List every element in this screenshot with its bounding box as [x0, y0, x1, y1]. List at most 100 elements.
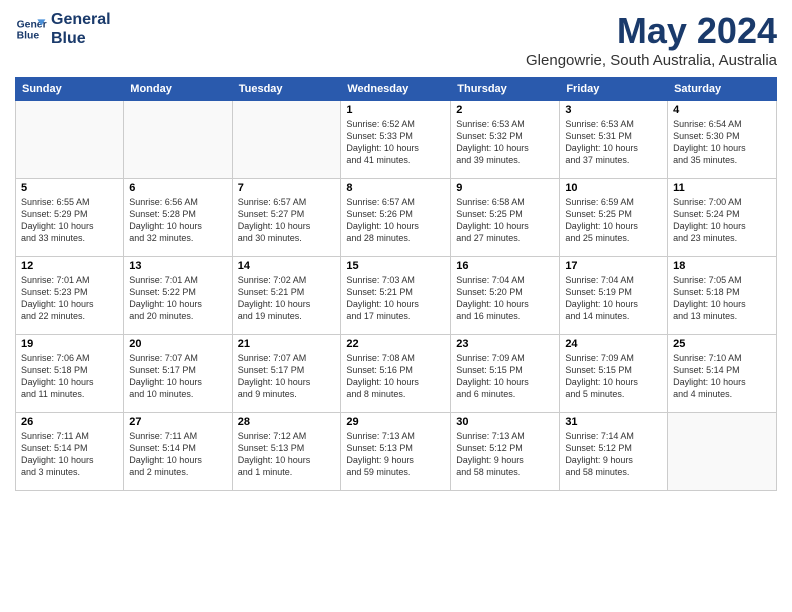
day-info: and 30 minutes. [238, 232, 336, 244]
day-info: Daylight: 10 hours [238, 220, 336, 232]
table-row: 17Sunrise: 7:04 AMSunset: 5:19 PMDayligh… [560, 257, 668, 335]
day-info: Sunrise: 7:14 AM [565, 430, 662, 442]
calendar-body: 1Sunrise: 6:52 AMSunset: 5:33 PMDaylight… [16, 101, 777, 491]
day-info: Sunrise: 7:11 AM [21, 430, 118, 442]
svg-text:Blue: Blue [17, 31, 40, 42]
day-info: and 4 minutes. [673, 388, 771, 400]
day-info: and 17 minutes. [346, 310, 445, 322]
day-info: Daylight: 9 hours [565, 454, 662, 466]
table-row: 30Sunrise: 7:13 AMSunset: 5:12 PMDayligh… [451, 413, 560, 491]
day-info: and 59 minutes. [346, 466, 445, 478]
day-info: and 27 minutes. [456, 232, 554, 244]
day-info: and 22 minutes. [21, 310, 118, 322]
day-info: Sunset: 5:23 PM [21, 286, 118, 298]
day-info: Sunrise: 7:07 AM [129, 352, 226, 364]
table-row: 6Sunrise: 6:56 AMSunset: 5:28 PMDaylight… [124, 179, 232, 257]
logo-text: General Blue [51, 10, 111, 48]
table-row: 23Sunrise: 7:09 AMSunset: 5:15 PMDayligh… [451, 335, 560, 413]
day-info: Sunset: 5:14 PM [129, 442, 226, 454]
day-info: Sunrise: 7:02 AM [238, 274, 336, 286]
day-number: 30 [456, 416, 554, 428]
table-row: 29Sunrise: 7:13 AMSunset: 5:13 PMDayligh… [341, 413, 451, 491]
day-info: Sunset: 5:16 PM [346, 364, 445, 376]
calendar-header-row: Sunday Monday Tuesday Wednesday Thursday… [16, 78, 777, 101]
day-info: and 13 minutes. [673, 310, 771, 322]
day-info: Daylight: 10 hours [21, 220, 118, 232]
day-info: Sunrise: 7:00 AM [673, 196, 771, 208]
day-number: 18 [673, 260, 771, 272]
day-info: Daylight: 10 hours [21, 298, 118, 310]
day-info: Daylight: 10 hours [565, 298, 662, 310]
day-info: Sunset: 5:12 PM [456, 442, 554, 454]
day-info: Daylight: 10 hours [456, 220, 554, 232]
day-info: Daylight: 10 hours [129, 220, 226, 232]
table-row: 14Sunrise: 7:02 AMSunset: 5:21 PMDayligh… [232, 257, 341, 335]
day-info: and 32 minutes. [129, 232, 226, 244]
day-info: Sunrise: 7:11 AM [129, 430, 226, 442]
day-number: 26 [21, 416, 118, 428]
day-info: and 41 minutes. [346, 154, 445, 166]
day-info: Sunset: 5:18 PM [673, 286, 771, 298]
table-row: 27Sunrise: 7:11 AMSunset: 5:14 PMDayligh… [124, 413, 232, 491]
day-info: Sunset: 5:26 PM [346, 208, 445, 220]
month-title: May 2024 [526, 10, 777, 52]
col-wednesday: Wednesday [341, 78, 451, 101]
day-info: and 23 minutes. [673, 232, 771, 244]
day-info: Sunrise: 7:05 AM [673, 274, 771, 286]
day-info: Sunset: 5:15 PM [565, 364, 662, 376]
table-row: 1Sunrise: 6:52 AMSunset: 5:33 PMDaylight… [341, 101, 451, 179]
table-row [124, 101, 232, 179]
day-info: Sunrise: 6:57 AM [346, 196, 445, 208]
day-info: and 6 minutes. [456, 388, 554, 400]
day-number: 10 [565, 182, 662, 194]
day-info: Sunset: 5:24 PM [673, 208, 771, 220]
day-number: 13 [129, 260, 226, 272]
logo-line1: General [51, 10, 111, 29]
day-number: 14 [238, 260, 336, 272]
day-info: Sunset: 5:14 PM [21, 442, 118, 454]
table-row: 31Sunrise: 7:14 AMSunset: 5:12 PMDayligh… [560, 413, 668, 491]
day-info: Sunset: 5:33 PM [346, 130, 445, 142]
day-number: 6 [129, 182, 226, 194]
day-info: Sunrise: 7:01 AM [129, 274, 226, 286]
day-info: Daylight: 10 hours [346, 298, 445, 310]
day-info: Sunrise: 7:08 AM [346, 352, 445, 364]
table-row: 15Sunrise: 7:03 AMSunset: 5:21 PMDayligh… [341, 257, 451, 335]
table-row: 16Sunrise: 7:04 AMSunset: 5:20 PMDayligh… [451, 257, 560, 335]
table-row: 10Sunrise: 6:59 AMSunset: 5:25 PMDayligh… [560, 179, 668, 257]
day-info: Daylight: 10 hours [565, 220, 662, 232]
table-row: 13Sunrise: 7:01 AMSunset: 5:22 PMDayligh… [124, 257, 232, 335]
table-row: 21Sunrise: 7:07 AMSunset: 5:17 PMDayligh… [232, 335, 341, 413]
day-info: Sunrise: 7:13 AM [346, 430, 445, 442]
day-info: and 9 minutes. [238, 388, 336, 400]
day-number: 11 [673, 182, 771, 194]
subtitle: Glengowrie, South Australia, Australia [526, 52, 777, 69]
day-info: Sunrise: 7:09 AM [456, 352, 554, 364]
day-info: Daylight: 10 hours [346, 142, 445, 154]
table-row: 9Sunrise: 6:58 AMSunset: 5:25 PMDaylight… [451, 179, 560, 257]
day-number: 17 [565, 260, 662, 272]
day-info: Sunset: 5:19 PM [565, 286, 662, 298]
day-info: Daylight: 10 hours [21, 376, 118, 388]
table-row: 3Sunrise: 6:53 AMSunset: 5:31 PMDaylight… [560, 101, 668, 179]
day-number: 12 [21, 260, 118, 272]
day-info: Daylight: 10 hours [673, 298, 771, 310]
table-row: 18 Sunrise: 7:05 AMSunset: 5:18 PMDayligh… [668, 257, 777, 335]
col-thursday: Thursday [451, 78, 560, 101]
day-number: 1 [346, 104, 445, 116]
table-row: 8Sunrise: 6:57 AMSunset: 5:26 PMDaylight… [341, 179, 451, 257]
col-saturday: Saturday [668, 78, 777, 101]
day-info: and 11 minutes. [21, 388, 118, 400]
day-info: Sunset: 5:12 PM [565, 442, 662, 454]
day-info: and 28 minutes. [346, 232, 445, 244]
table-row: 19Sunrise: 7:06 AMSunset: 5:18 PMDayligh… [16, 335, 124, 413]
table-row: 26Sunrise: 7:11 AMSunset: 5:14 PMDayligh… [16, 413, 124, 491]
calendar-week-row: 26Sunrise: 7:11 AMSunset: 5:14 PMDayligh… [16, 413, 777, 491]
col-friday: Friday [560, 78, 668, 101]
day-number: 16 [456, 260, 554, 272]
day-number: 8 [346, 182, 445, 194]
table-row [668, 413, 777, 491]
day-number: 7 [238, 182, 336, 194]
day-number: 4 [673, 104, 771, 116]
table-row: 12Sunrise: 7:01 AMSunset: 5:23 PMDayligh… [16, 257, 124, 335]
